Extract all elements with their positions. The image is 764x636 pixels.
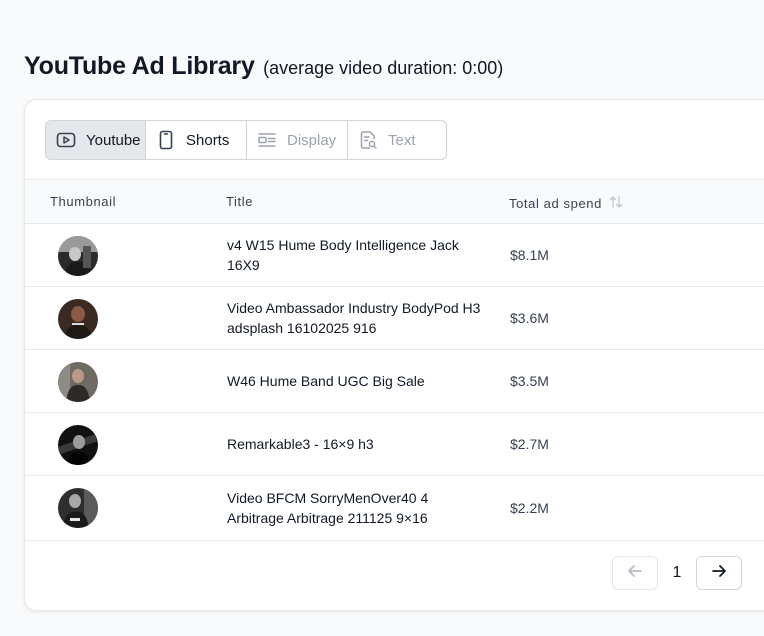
ad-spend: $3.6M (510, 310, 549, 326)
previous-page-button[interactable] (612, 556, 658, 590)
ad-spend: $2.7M (510, 436, 549, 452)
tab-shorts[interactable]: Shorts (146, 121, 247, 159)
ad-spend: $8.1M (510, 247, 549, 263)
table-row[interactable]: Remarkable3 - 16×9 h3 $2.7M (25, 413, 764, 476)
ad-title: W46 Hume Band UGC Big Sale (227, 373, 425, 389)
thumbnail-avatar[interactable] (58, 488, 98, 528)
thumbnail-avatar[interactable] (58, 362, 98, 402)
page-heading: YouTube Ad Library (average video durati… (24, 52, 503, 81)
column-thumbnail-label: Thumbnail (50, 194, 117, 209)
arrow-left-icon (626, 562, 644, 585)
display-icon (257, 130, 277, 150)
phone-icon (156, 130, 176, 150)
ad-title: Video BFCM SorryMenOver40 4 Arbitrage Ar… (227, 490, 429, 526)
next-page-button[interactable] (696, 556, 742, 590)
thumbnail-avatar[interactable] (58, 236, 98, 276)
play-icon (56, 130, 76, 150)
arrow-right-icon (710, 562, 728, 585)
text-search-icon (358, 130, 378, 150)
tab-display[interactable]: Display (247, 121, 348, 159)
column-header-title: Title (226, 194, 253, 209)
page-title: YouTube Ad Library (24, 52, 255, 80)
column-header-spend[interactable]: Total ad spend (509, 194, 624, 213)
ad-title: v4 W15 Hume Body Intelligence Jack 16X9 (227, 237, 459, 273)
pagination: 1 (612, 556, 742, 590)
sort-icon[interactable] (608, 194, 624, 213)
column-header-thumbnail: Thumbnail (50, 194, 116, 209)
tab-shorts-label: Shorts (186, 131, 230, 149)
ad-spend: $3.5M (510, 373, 549, 389)
page: YouTube Ad Library (average video durati… (0, 0, 764, 636)
ad-library-card: Youtube Shorts Display Text Thumbnail Ti… (24, 99, 764, 611)
table-row[interactable]: Video Ambassador Industry BodyPod H3 ads… (25, 287, 764, 350)
table-row[interactable]: Video BFCM SorryMenOver40 4 Arbitrage Ar… (25, 476, 764, 541)
page-subtitle: (average video duration: 0:00) (263, 58, 504, 78)
thumbnail-avatar[interactable] (58, 425, 98, 465)
ad-title: Remarkable3 - 16×9 h3 (227, 436, 374, 452)
thumbnail-avatar[interactable] (58, 299, 98, 339)
format-tabs: Youtube Shorts Display Text (45, 120, 447, 160)
column-spend-label: Total ad spend (509, 196, 602, 211)
table-row[interactable]: W46 Hume Band UGC Big Sale $3.5M (25, 350, 764, 413)
tab-youtube-label: Youtube (86, 131, 141, 149)
tab-text-label: Text (388, 131, 416, 149)
table-header: Thumbnail Title Total ad spend (25, 179, 764, 224)
table-row[interactable]: v4 W15 Hume Body Intelligence Jack 16X9 … (25, 224, 764, 287)
tab-text[interactable]: Text (348, 121, 446, 159)
ad-title: Video Ambassador Industry BodyPod H3 ads… (227, 300, 481, 336)
column-title-label: Title (226, 194, 254, 209)
ad-spend: $2.2M (510, 500, 549, 516)
tab-display-label: Display (287, 131, 337, 149)
current-page-number: 1 (672, 564, 682, 581)
tab-youtube[interactable]: Youtube (46, 121, 146, 159)
